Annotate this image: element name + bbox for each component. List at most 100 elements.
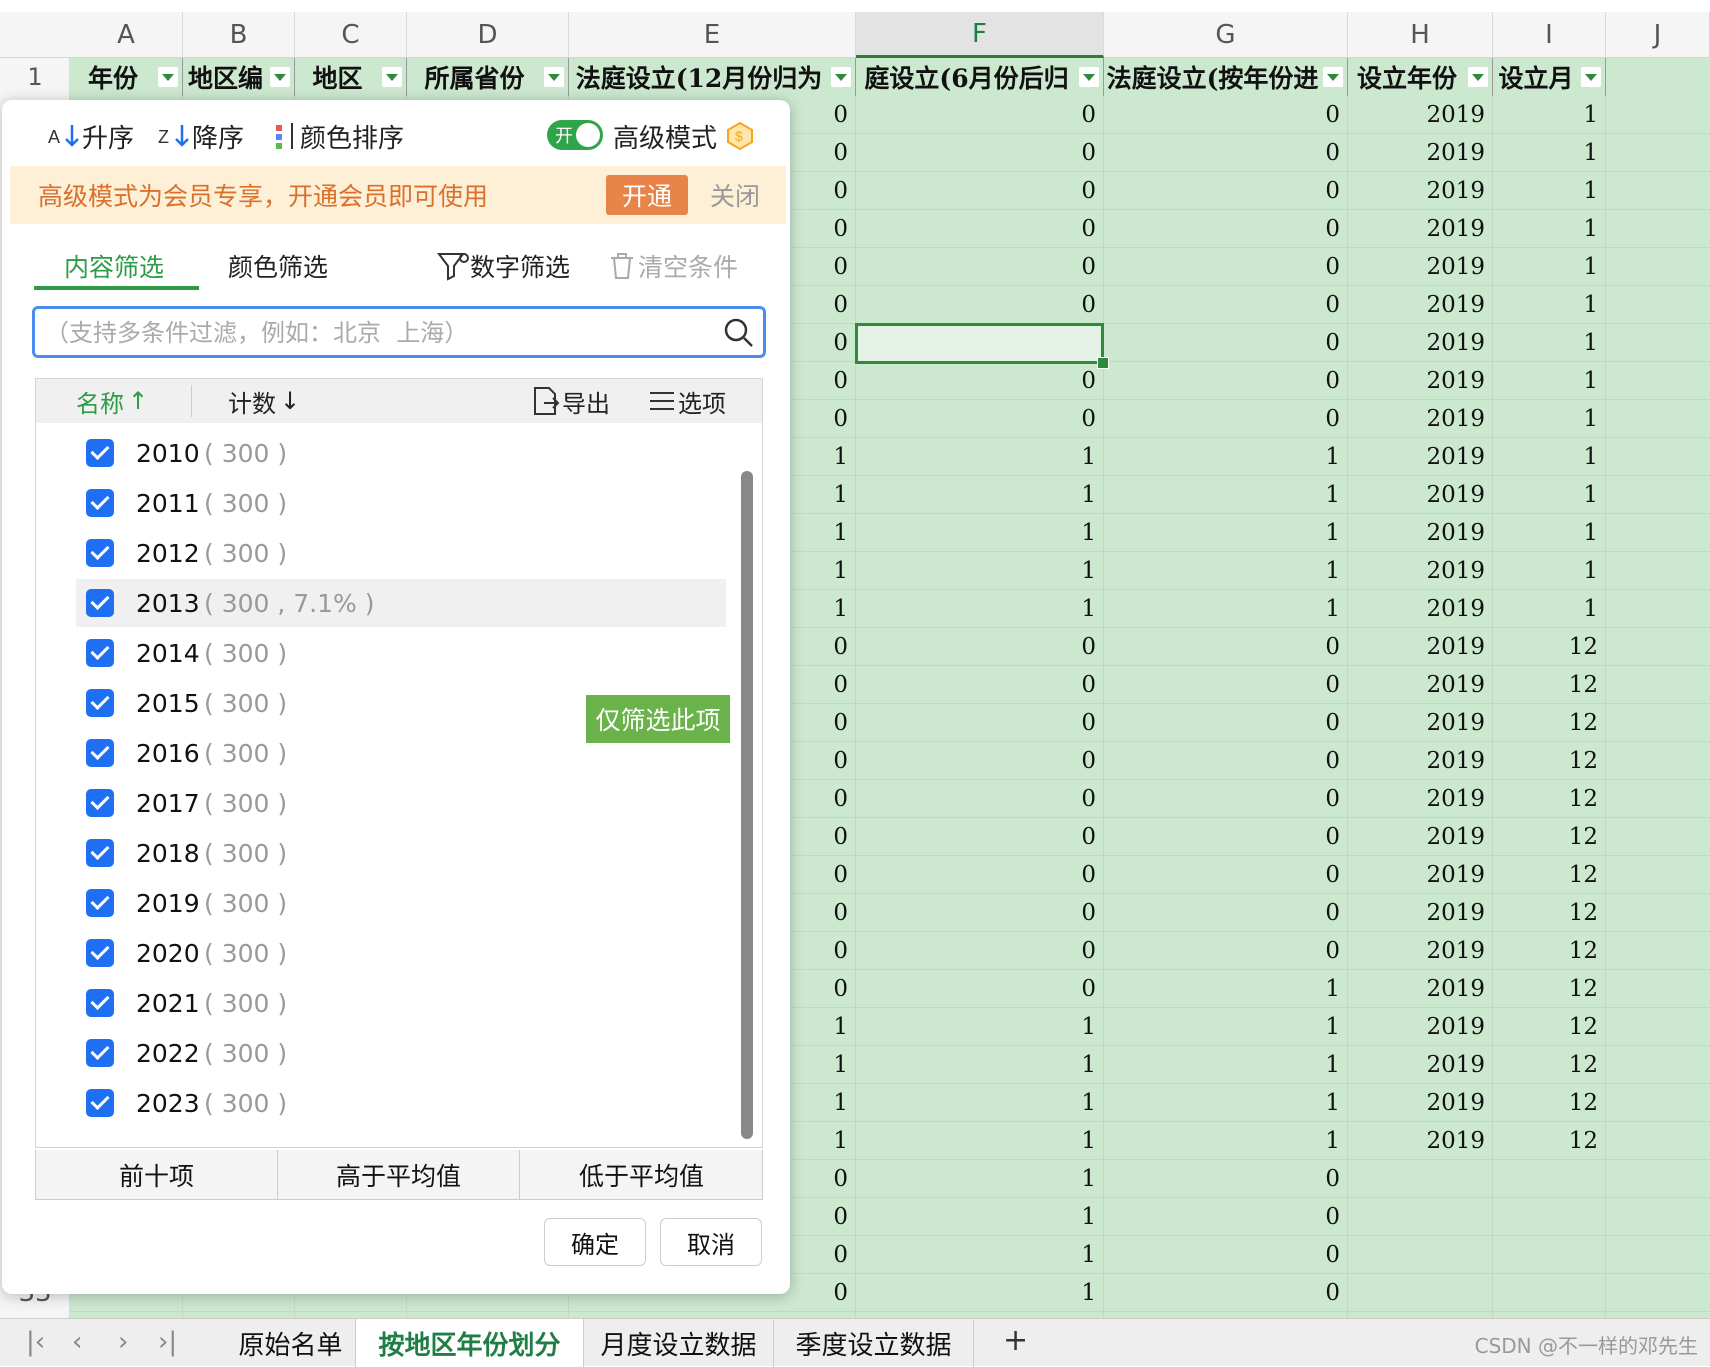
cell-h[interactable]: 2019 bbox=[1348, 134, 1493, 172]
cell-f[interactable]: 0 bbox=[856, 210, 1104, 248]
cell-h[interactable]: 2019 bbox=[1348, 324, 1493, 362]
cell-i[interactable]: 1 bbox=[1493, 400, 1606, 438]
cell-h[interactable]: 2019 bbox=[1348, 476, 1493, 514]
next-sheet-icon[interactable]: › bbox=[118, 1327, 128, 1357]
header-cell-h[interactable]: 设立年份 bbox=[1348, 58, 1493, 96]
cell-i[interactable]: 1 bbox=[1493, 286, 1606, 324]
close-banner-button[interactable]: 关闭 bbox=[710, 175, 760, 215]
cell-h[interactable]: 2019 bbox=[1348, 400, 1493, 438]
cell-f[interactable]: 0 bbox=[856, 666, 1104, 704]
cell-i[interactable]: 1 bbox=[1493, 552, 1606, 590]
cell-h[interactable]: 2019 bbox=[1348, 970, 1493, 1008]
cell-f[interactable]: 0 bbox=[856, 932, 1104, 970]
checkbox[interactable] bbox=[86, 589, 114, 617]
cell-g[interactable]: 0 bbox=[1104, 1274, 1348, 1312]
cell-f[interactable]: 1 bbox=[856, 1198, 1104, 1236]
cell-i[interactable]: 1 bbox=[1493, 514, 1606, 552]
cell-h[interactable]: 2019 bbox=[1348, 1046, 1493, 1084]
column-header-h[interactable]: H bbox=[1348, 12, 1493, 58]
filter-dropdown-icon[interactable] bbox=[382, 67, 402, 87]
cell-g[interactable]: 1 bbox=[1104, 970, 1348, 1008]
cell-i[interactable]: 12 bbox=[1493, 894, 1606, 932]
sheet-tab[interactable]: 季度设立数据 bbox=[774, 1319, 974, 1367]
advanced-mode-toggle[interactable]: 开 bbox=[547, 120, 603, 150]
cell-i[interactable]: 12 bbox=[1493, 1084, 1606, 1122]
cell-f[interactable]: 0 bbox=[856, 818, 1104, 856]
cell-g[interactable]: 0 bbox=[1104, 818, 1348, 856]
cell-h[interactable]: 2019 bbox=[1348, 742, 1493, 780]
list-item[interactable]: 2023( 300 ) bbox=[36, 1079, 726, 1127]
search-input[interactable] bbox=[45, 315, 695, 351]
number-filter-button[interactable]: 数字筛选 bbox=[436, 248, 570, 284]
active-cell-selection[interactable] bbox=[855, 323, 1109, 369]
cell-f[interactable]: 0 bbox=[856, 970, 1104, 1008]
filter-dropdown-icon[interactable] bbox=[158, 67, 178, 87]
list-scrollbar[interactable] bbox=[741, 471, 753, 1139]
sort-by-count-button[interactable]: 计数 ↓ bbox=[228, 379, 300, 423]
cell-h[interactable]: 2019 bbox=[1348, 1122, 1493, 1160]
filter-dropdown-icon[interactable] bbox=[1581, 67, 1601, 87]
sheet-tab[interactable]: 原始名单 bbox=[226, 1319, 356, 1367]
cell-f[interactable]: 0 bbox=[856, 628, 1104, 666]
checkbox[interactable] bbox=[86, 789, 114, 817]
cell-i[interactable]: 12 bbox=[1493, 1008, 1606, 1046]
header-cell-e[interactable]: 法庭设立(12月份归为 bbox=[569, 58, 856, 96]
clear-conditions-button[interactable]: 清空条件 bbox=[606, 248, 738, 284]
checkbox[interactable] bbox=[86, 989, 114, 1017]
cell-i[interactable] bbox=[1493, 1274, 1606, 1312]
cell-g[interactable]: 0 bbox=[1104, 780, 1348, 818]
cell-h[interactable]: 2019 bbox=[1348, 628, 1493, 666]
cell-f[interactable]: 0 bbox=[856, 172, 1104, 210]
checkbox[interactable] bbox=[86, 839, 114, 867]
cell-h[interactable]: 2019 bbox=[1348, 894, 1493, 932]
cell-g[interactable]: 0 bbox=[1104, 210, 1348, 248]
cell-i[interactable]: 12 bbox=[1493, 1122, 1606, 1160]
cell-h[interactable]: 2019 bbox=[1348, 666, 1493, 704]
cell-i[interactable]: 1 bbox=[1493, 210, 1606, 248]
cell-h[interactable] bbox=[1348, 1198, 1493, 1236]
add-sheet-button[interactable]: + bbox=[1003, 1323, 1028, 1358]
tab-color-filter[interactable]: 颜色筛选 bbox=[228, 248, 328, 284]
last-sheet-icon[interactable]: ›| bbox=[158, 1327, 177, 1357]
header-cell-b[interactable]: 地区编 bbox=[183, 58, 295, 96]
cell-f[interactable]: 1 bbox=[856, 1046, 1104, 1084]
cell-h[interactable]: 2019 bbox=[1348, 286, 1493, 324]
cell-h[interactable] bbox=[1348, 1274, 1493, 1312]
cell-h[interactable]: 2019 bbox=[1348, 248, 1493, 286]
list-item[interactable]: 2021( 300 ) bbox=[36, 979, 726, 1027]
cell-f[interactable]: 1 bbox=[856, 552, 1104, 590]
cell-g[interactable]: 1 bbox=[1104, 476, 1348, 514]
cell-h[interactable] bbox=[1348, 1160, 1493, 1198]
open-membership-button[interactable]: 开通 bbox=[606, 175, 688, 215]
cell-h[interactable]: 2019 bbox=[1348, 438, 1493, 476]
cell-f[interactable]: 0 bbox=[856, 894, 1104, 932]
cell-g[interactable]: 1 bbox=[1104, 1122, 1348, 1160]
cell-i[interactable]: 1 bbox=[1493, 172, 1606, 210]
row-number-1[interactable]: 1 bbox=[0, 58, 70, 96]
sheet-tab[interactable]: 按地区年份划分 bbox=[356, 1319, 584, 1367]
cell-i[interactable]: 1 bbox=[1493, 96, 1606, 134]
checkbox[interactable] bbox=[86, 739, 114, 767]
cell-i[interactable]: 1 bbox=[1493, 476, 1606, 514]
list-item[interactable]: 2010( 300 ) bbox=[36, 429, 726, 477]
below-average-button[interactable]: 低于平均值 bbox=[520, 1150, 763, 1200]
cell-i[interactable]: 12 bbox=[1493, 666, 1606, 704]
column-header-a[interactable]: A bbox=[70, 12, 183, 58]
header-cell-f[interactable]: 庭设立(6月份后归 bbox=[856, 58, 1104, 96]
header-cell-i[interactable]: 设立月 bbox=[1493, 58, 1606, 96]
prev-sheet-icon[interactable]: ‹ bbox=[72, 1327, 82, 1357]
filter-dropdown-icon[interactable] bbox=[270, 67, 290, 87]
cell-g[interactable]: 0 bbox=[1104, 628, 1348, 666]
cell-i[interactable]: 1 bbox=[1493, 362, 1606, 400]
list-item[interactable]: 2018( 300 ) bbox=[36, 829, 726, 877]
first-sheet-icon[interactable]: |‹ bbox=[26, 1327, 45, 1357]
filter-dropdown-icon[interactable] bbox=[1468, 67, 1488, 87]
list-item[interactable]: 2020( 300 ) bbox=[36, 929, 726, 977]
column-header-i[interactable]: I bbox=[1493, 12, 1606, 58]
checkbox[interactable] bbox=[86, 439, 114, 467]
cell-g[interactable]: 0 bbox=[1104, 894, 1348, 932]
cell-f[interactable]: 0 bbox=[856, 134, 1104, 172]
column-header-f[interactable]: F bbox=[856, 12, 1104, 58]
checkbox[interactable] bbox=[86, 639, 114, 667]
cell-g[interactable]: 0 bbox=[1104, 856, 1348, 894]
